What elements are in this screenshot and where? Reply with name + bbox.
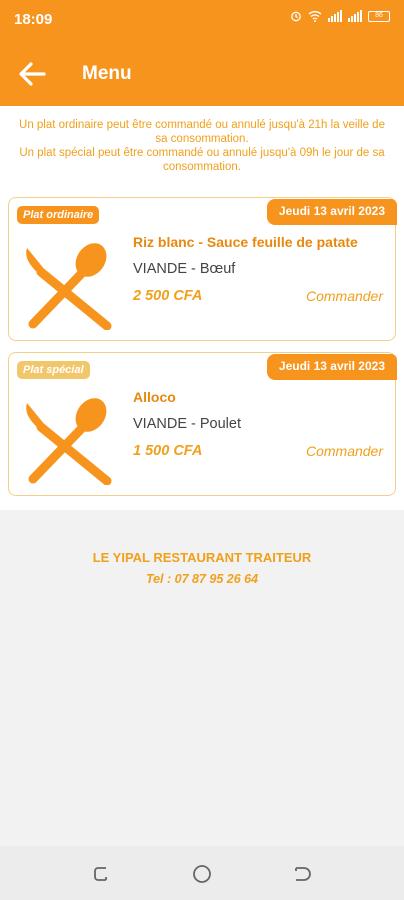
dish-type-badge: Plat ordinaire (17, 206, 100, 224)
arrow-left-icon[interactable] (16, 58, 48, 90)
signal-icon-2 (348, 10, 362, 22)
restaurant-footer: LE YIPAL RESTAURANT TRAITEUR Tel : 07 87… (0, 510, 404, 846)
dish-meat: VIANDE - Bœuf (133, 261, 236, 277)
status-time: 18:09 (14, 11, 53, 28)
dish-price: 2 500 CFA (133, 288, 203, 304)
battery-level: 86 (375, 11, 383, 19)
fork-spoon-icon (26, 398, 112, 485)
recent-apps-icon[interactable] (92, 864, 112, 884)
dish-date: Jeudi 13 avril 2023 (266, 354, 397, 380)
dish-card[interactable]: Plat spécial Jeudi 13 avril 2023 Alloco … (8, 352, 397, 496)
alarm-icon (291, 11, 301, 22)
dish-meat: VIANDE - Poulet (133, 416, 241, 432)
battery-icon: 86 (368, 10, 390, 22)
signal-icon (328, 10, 342, 22)
app-bar: Menu (0, 40, 404, 106)
dish-price: 1 500 CFA (133, 443, 203, 459)
dish-card[interactable]: Plat ordinaire Jeudi 13 avril 2023 Riz b… (8, 197, 397, 341)
home-icon[interactable] (192, 864, 212, 884)
dish-date: Jeudi 13 avril 2023 (266, 199, 397, 225)
status-bar: 18:09 86 (0, 0, 404, 40)
dish-type-badge: Plat spécial (17, 361, 90, 379)
dish-name: Alloco (133, 389, 176, 405)
wifi-icon (308, 11, 322, 22)
order-notice: Un plat ordinaire peut être commandé ou … (12, 118, 392, 174)
notice-line-1: Un plat ordinaire peut être commandé ou … (19, 119, 385, 145)
notice-line-2: Un plat spécial peut être commandé ou an… (19, 147, 385, 173)
system-nav-bar (0, 846, 404, 900)
restaurant-phone[interactable]: Tel : 07 87 95 26 64 (0, 572, 404, 586)
fork-spoon-icon (26, 243, 112, 330)
order-button[interactable]: Commander (306, 443, 383, 459)
restaurant-name: LE YIPAL RESTAURANT TRAITEUR (92, 550, 312, 565)
order-button[interactable]: Commander (306, 288, 383, 304)
page-title: Menu (82, 63, 132, 84)
dish-name: Riz blanc - Sauce feuille de patate (133, 234, 358, 250)
nav-back-icon[interactable] (292, 864, 312, 884)
status-icons: 86 (290, 10, 390, 22)
